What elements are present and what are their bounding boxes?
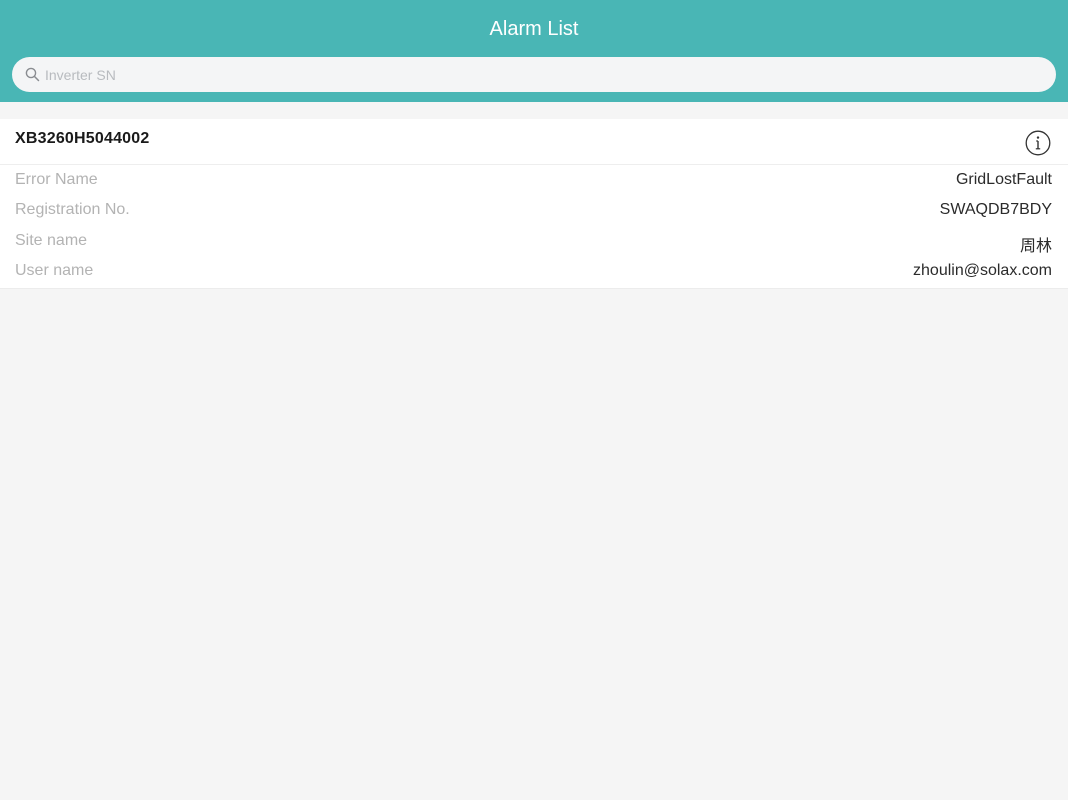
alarm-card-header: XB3260H5044002 — [0, 119, 1068, 165]
error-name-value: GridLostFault — [955, 171, 1052, 188]
user-name-row: User name zhoulin@solax.com — [0, 256, 1068, 286]
search-bar[interactable] — [12, 57, 1056, 92]
search-icon — [25, 67, 40, 82]
user-name-value: zhoulin@solax.com — [913, 262, 1052, 279]
site-name-label: Site name — [15, 232, 88, 249]
alarm-card[interactable]: XB3260H5044002 Error Name GridLostFault … — [0, 119, 1068, 289]
site-name-row: Site name 周林 — [0, 226, 1068, 256]
registration-no-row: Registration No. SWAQDB7BDY — [0, 195, 1068, 225]
registration-no-value: SWAQDB7BDY — [939, 201, 1052, 218]
inverter-serial-number: XB3260H5044002 — [15, 130, 150, 147]
header-bar: Alarm List — [0, 0, 1068, 102]
error-name-row: Error Name GridLostFault — [0, 165, 1068, 195]
page-title: Alarm List — [489, 18, 579, 40]
info-icon[interactable] — [1025, 130, 1051, 156]
site-name-value: 周林 — [1019, 238, 1052, 255]
error-name-label: Error Name — [15, 171, 98, 188]
registration-no-label: Registration No. — [15, 201, 130, 218]
user-name-label: User name — [15, 262, 94, 279]
search-input[interactable] — [45, 59, 1025, 90]
